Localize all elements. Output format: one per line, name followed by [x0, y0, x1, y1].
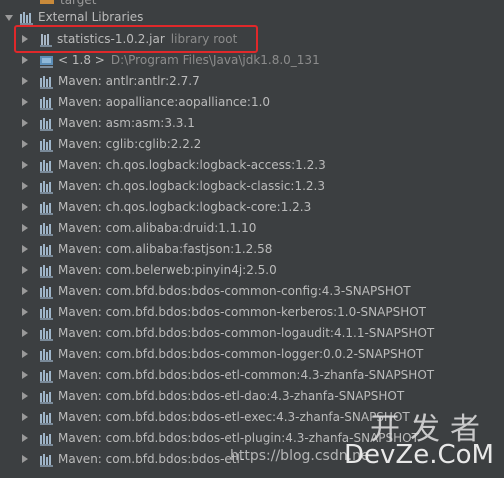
tree-row-maven-library[interactable]: Maven: com.bfd.bdos:bdos-common-logger:0…: [0, 344, 504, 365]
maven-library-icon: [40, 201, 54, 215]
chevron-right-icon[interactable]: [22, 140, 28, 148]
tree-row-maven-library[interactable]: Maven: ch.qos.logback:logback-access:1.2…: [0, 155, 504, 176]
tree-row-maven-library[interactable]: Maven: com.belerweb:pinyin4j:2.5.0: [0, 260, 504, 281]
tree-row-maven-library[interactable]: Maven: com.bfd.bdos:bdos-common-kerberos…: [0, 302, 504, 323]
maven-library-icon: [40, 138, 54, 152]
watermark-english: DevZe.CoM: [344, 440, 494, 470]
maven-library-icon: [40, 243, 54, 257]
maven-library-icon: [40, 159, 54, 173]
watermark: 开发者 https://blog.csdn.ne DevZe.CoM: [228, 404, 498, 474]
tree-row-maven-library[interactable]: Maven: com.alibaba:druid:1.1.10: [0, 218, 504, 239]
maven-library-icon: [40, 96, 54, 110]
chevron-right-icon[interactable]: [22, 287, 28, 295]
chevron-right-icon[interactable]: [22, 308, 28, 316]
maven-library-icon: [40, 285, 54, 299]
tree-row-maven-library[interactable]: Maven: com.bfd.bdos:bdos-common-config:4…: [0, 281, 504, 302]
maven-library-icon: [40, 432, 54, 446]
tree-row-label: Maven: antlr:antlr:2.7.7: [58, 74, 200, 88]
tree-row-label: Maven: com.bfd.bdos:bdos-common-logaudit…: [58, 326, 435, 340]
tree-row-label: Maven: ch.qos.logback:logback-core:1.2.3: [58, 200, 312, 214]
maven-library-icon: [40, 117, 54, 131]
maven-library-icon: [40, 180, 54, 194]
maven-library-icon: [40, 453, 54, 467]
highlight-annotation-box: [14, 25, 258, 53]
tree-row-label: Maven: com.bfd.bdos:bdos-common-logger:0…: [58, 347, 424, 361]
maven-library-icon: [40, 390, 54, 404]
chevron-right-icon[interactable]: [22, 224, 28, 232]
tree-row-label: Maven: ch.qos.logback:logback-access:1.2…: [58, 158, 326, 172]
tree-row-maven-library[interactable]: Maven: com.bfd.bdos:bdos-etl-common:4.3-…: [0, 365, 504, 386]
tree-row-label: Maven: ch.qos.logback:logback-classic:1.…: [58, 179, 325, 193]
maven-library-icon: [40, 264, 54, 278]
jdk-icon: [40, 54, 54, 68]
maven-library-icon: [40, 327, 54, 341]
tree-row-label: Maven: com.bfd.bdos:bdos-etl-common:4.3-…: [58, 368, 435, 382]
chevron-right-icon[interactable]: [22, 434, 28, 442]
chevron-right-icon[interactable]: [22, 371, 28, 379]
libraries-icon: [20, 11, 34, 25]
tree-row-label: Maven: com.belerweb:pinyin4j:2.5.0: [58, 263, 277, 277]
folder-icon: [40, 0, 54, 4]
chevron-right-icon[interactable]: [22, 350, 28, 358]
tree-row-label: Maven: aopalliance:aopalliance:1.0: [58, 95, 271, 109]
chevron-right-icon[interactable]: [22, 245, 28, 253]
chevron-right-icon[interactable]: [22, 392, 28, 400]
tree-row-label: Maven: com.bfd.bdos:bdos-common-kerberos…: [58, 305, 427, 319]
tree-row-maven-library[interactable]: Maven: com.bfd.bdos:bdos-common-logaudit…: [0, 323, 504, 344]
tree-row-maven-library[interactable]: Maven: ch.qos.logback:logback-core:1.2.3: [0, 197, 504, 218]
tree-row-maven-library[interactable]: Maven: com.alibaba:fastjson:1.2.58: [0, 239, 504, 260]
chevron-right-icon[interactable]: [22, 56, 28, 64]
jdk-path: D:\Program Files\Java\jdk1.8.0_131: [110, 53, 320, 67]
tree-row-maven-library[interactable]: Maven: asm:asm:3.3.1: [0, 113, 504, 134]
chevron-right-icon[interactable]: [22, 413, 28, 421]
maven-library-icon: [40, 369, 54, 383]
tree-row-jdk[interactable]: < 1.8 > D:\Program Files\Java\jdk1.8.0_13…: [0, 50, 504, 71]
jdk-version: < 1.8 >: [58, 53, 105, 67]
tree-row-maven-library[interactable]: Maven: antlr:antlr:2.7.7: [0, 71, 504, 92]
tree-row-label: Maven: com.bfd.bdos:bdos-common-config:4…: [58, 284, 411, 298]
tree-row-label: Maven: asm:asm:3.3.1: [58, 116, 195, 130]
chevron-right-icon[interactable]: [22, 329, 28, 337]
chevron-right-icon[interactable]: [22, 266, 28, 274]
chevron-down-icon[interactable]: [5, 15, 13, 21]
chevron-right-icon[interactable]: [22, 98, 28, 106]
chevron-right-icon[interactable]: [22, 77, 28, 85]
chevron-right-icon[interactable]: [22, 455, 28, 463]
tree-row-maven-library[interactable]: Maven: cglib:cglib:2.2.2: [0, 134, 504, 155]
tree-row-label: < 1.8 > D:\Program Files\Java\jdk1.8.0_13…: [58, 50, 320, 71]
tree-row-label: Maven: cglib:cglib:2.2.2: [58, 137, 202, 151]
chevron-right-icon[interactable]: [22, 119, 28, 127]
maven-library-icon: [40, 411, 54, 425]
tree-row-label: Maven: com.alibaba:fastjson:1.2.58: [58, 242, 273, 256]
tree-row-maven-library[interactable]: Maven: aopalliance:aopalliance:1.0: [0, 92, 504, 113]
tree-row-label: Maven: com.bfd.bdos:bdos-etl-: [58, 452, 245, 466]
tree-row-label: Maven: com.alibaba:druid:1.1.10: [58, 221, 257, 235]
maven-library-icon: [40, 306, 54, 320]
maven-library-icon: [40, 222, 54, 236]
chevron-right-icon[interactable]: [22, 182, 28, 190]
chevron-right-icon[interactable]: [22, 203, 28, 211]
tree-row-maven-library[interactable]: Maven: ch.qos.logback:logback-classic:1.…: [0, 176, 504, 197]
maven-library-icon: [40, 75, 54, 89]
maven-library-icon: [40, 348, 54, 362]
chevron-right-icon[interactable]: [22, 161, 28, 169]
